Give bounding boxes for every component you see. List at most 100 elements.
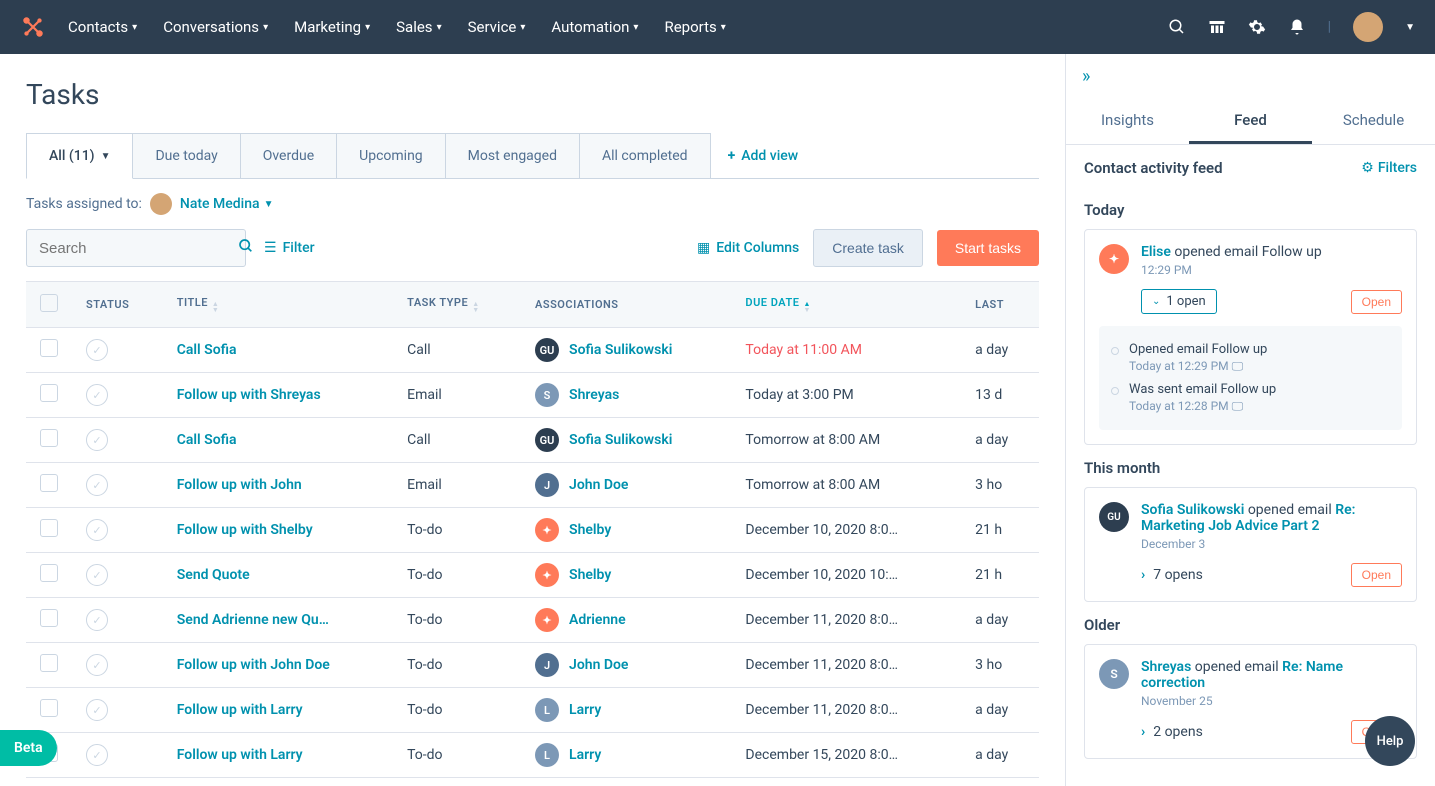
view-tab[interactable]: All completed bbox=[579, 133, 711, 178]
view-tab[interactable]: Overdue bbox=[240, 133, 337, 178]
edit-columns-button[interactable]: ▦ Edit Columns bbox=[697, 240, 799, 256]
account-menu-chevron-icon[interactable]: ▼ bbox=[1405, 22, 1415, 33]
table-row: Call SofiaCallGUSofia SulikowskiTomorrow… bbox=[26, 418, 1039, 463]
feed-contact-link[interactable]: Elise bbox=[1141, 244, 1171, 260]
row-checkbox[interactable] bbox=[40, 654, 58, 672]
due-date-cell: December 11, 2020 8:0… bbox=[731, 643, 961, 688]
status-toggle[interactable] bbox=[86, 654, 108, 676]
association-link[interactable]: Sofia Sulikowski bbox=[569, 432, 672, 448]
task-title-link[interactable]: Follow up with Larry bbox=[177, 747, 303, 763]
chevron-right-icon[interactable]: › bbox=[1141, 724, 1145, 740]
task-title-link[interactable]: Follow up with John Doe bbox=[177, 657, 330, 673]
association-link[interactable]: Shelby bbox=[569, 567, 611, 583]
hubspot-logo-icon[interactable] bbox=[20, 14, 46, 40]
column-title[interactable]: TITLE▲▼ bbox=[163, 282, 393, 328]
tab-feed[interactable]: Feed bbox=[1189, 99, 1312, 144]
feed-contact-link[interactable]: Sofia Sulikowski bbox=[1141, 502, 1244, 518]
task-title-link[interactable]: Follow up with Shreyas bbox=[177, 387, 321, 403]
association-link[interactable]: Sofia Sulikowski bbox=[569, 342, 672, 358]
status-toggle[interactable] bbox=[86, 699, 108, 721]
collapse-sidebar-button[interactable]: » bbox=[1066, 54, 1435, 99]
select-all-checkbox[interactable] bbox=[40, 294, 58, 312]
task-title-link[interactable]: Follow up with John bbox=[177, 477, 302, 493]
open-button[interactable]: Open bbox=[1351, 563, 1402, 587]
column-last[interactable]: LAST bbox=[961, 282, 1039, 328]
task-title-link[interactable]: Follow up with Larry bbox=[177, 702, 303, 718]
start-tasks-button[interactable]: Start tasks bbox=[937, 230, 1039, 266]
assignee-dropdown[interactable]: Nate Medina ▼ bbox=[180, 196, 274, 212]
view-tab[interactable]: Due today bbox=[132, 133, 240, 178]
association-link[interactable]: Larry bbox=[569, 702, 601, 718]
opens-expand-button[interactable]: ⌄ 1 open bbox=[1141, 289, 1217, 314]
association-link[interactable]: Adrienne bbox=[569, 612, 626, 628]
row-checkbox[interactable] bbox=[40, 564, 58, 582]
task-type-cell: To-do bbox=[393, 553, 521, 598]
status-toggle[interactable] bbox=[86, 384, 108, 406]
view-tab[interactable]: Upcoming bbox=[336, 133, 446, 178]
status-toggle[interactable] bbox=[86, 474, 108, 496]
row-checkbox[interactable] bbox=[40, 384, 58, 402]
row-checkbox[interactable] bbox=[40, 474, 58, 492]
column-status[interactable]: STATUS bbox=[72, 282, 163, 328]
beta-badge[interactable]: Beta bbox=[0, 730, 57, 766]
task-title-link[interactable]: Send Quote bbox=[177, 567, 250, 583]
feed-timeline-item: Opened email Follow upToday at 12:29 PM … bbox=[1111, 338, 1390, 378]
row-checkbox[interactable] bbox=[40, 699, 58, 717]
row-checkbox[interactable] bbox=[40, 429, 58, 447]
row-checkbox[interactable] bbox=[40, 519, 58, 537]
association-link[interactable]: Shreyas bbox=[569, 387, 619, 403]
task-title-link[interactable]: Follow up with Shelby bbox=[177, 522, 313, 538]
view-tab[interactable]: All (11) ▼ bbox=[26, 133, 133, 179]
task-title-link[interactable]: Call Sofia bbox=[177, 432, 237, 448]
tab-insights[interactable]: Insights bbox=[1066, 99, 1189, 144]
feed-contact-link[interactable]: Shreyas bbox=[1141, 659, 1191, 675]
open-button[interactable]: Open bbox=[1351, 290, 1402, 314]
topnav-item-service[interactable]: Service▾ bbox=[468, 18, 526, 36]
view-tab[interactable]: Most engaged bbox=[445, 133, 580, 178]
status-toggle[interactable] bbox=[86, 609, 108, 631]
status-toggle[interactable] bbox=[86, 744, 108, 766]
feed-filters-button[interactable]: ⚙ Filters bbox=[1361, 160, 1417, 176]
column-associations[interactable]: ASSOCIATIONS bbox=[521, 282, 731, 328]
notifications-bell-icon[interactable] bbox=[1288, 18, 1306, 36]
last-cell: 21 h bbox=[961, 508, 1039, 553]
topnav-item-marketing[interactable]: Marketing▾ bbox=[294, 18, 370, 36]
assignee-avatar bbox=[150, 193, 172, 215]
row-checkbox[interactable] bbox=[40, 339, 58, 357]
row-checkbox[interactable] bbox=[40, 609, 58, 627]
topnav-item-sales[interactable]: Sales▾ bbox=[396, 18, 441, 36]
add-view-button[interactable]: + Add view bbox=[710, 134, 817, 178]
main-panel: Tasks All (11) ▼Due todayOverdueUpcoming… bbox=[0, 54, 1065, 786]
columns-icon: ▦ bbox=[697, 240, 710, 256]
topnav-item-contacts[interactable]: Contacts▾ bbox=[68, 18, 137, 36]
due-date-cell: December 10, 2020 8:0… bbox=[731, 508, 961, 553]
chevron-right-icon[interactable]: › bbox=[1141, 567, 1145, 583]
status-toggle[interactable] bbox=[86, 429, 108, 451]
search-input[interactable] bbox=[39, 240, 238, 257]
column-task-type[interactable]: TASK TYPE▲▼ bbox=[393, 282, 521, 328]
topnav-item-conversations[interactable]: Conversations▾ bbox=[163, 18, 268, 36]
create-task-button[interactable]: Create task bbox=[813, 229, 923, 267]
search-icon[interactable] bbox=[1168, 18, 1186, 36]
status-toggle[interactable] bbox=[86, 519, 108, 541]
settings-gear-icon[interactable] bbox=[1248, 18, 1266, 36]
association-link[interactable]: Shelby bbox=[569, 522, 611, 538]
search-box[interactable] bbox=[26, 229, 246, 267]
opens-count: 2 opens bbox=[1153, 724, 1203, 740]
task-title-link[interactable]: Send Adrienne new Qu… bbox=[177, 612, 329, 628]
user-avatar[interactable] bbox=[1353, 12, 1383, 42]
topnav-item-automation[interactable]: Automation▾ bbox=[551, 18, 638, 36]
tab-schedule[interactable]: Schedule bbox=[1312, 99, 1435, 144]
filter-button[interactable]: ☰ Filter bbox=[264, 240, 315, 256]
association-link[interactable]: Larry bbox=[569, 747, 601, 763]
status-toggle[interactable] bbox=[86, 564, 108, 586]
task-title-link[interactable]: Call Sofia bbox=[177, 342, 237, 358]
association-link[interactable]: John Doe bbox=[569, 657, 628, 673]
help-button[interactable]: Help bbox=[1365, 716, 1415, 766]
marketplace-icon[interactable] bbox=[1208, 18, 1226, 36]
topnav-item-reports[interactable]: Reports▾ bbox=[664, 18, 725, 36]
association-link[interactable]: John Doe bbox=[569, 477, 628, 493]
column-due-date[interactable]: DUE DATE▲▼ bbox=[731, 282, 961, 328]
status-toggle[interactable] bbox=[86, 339, 108, 361]
last-cell: a day bbox=[961, 328, 1039, 373]
